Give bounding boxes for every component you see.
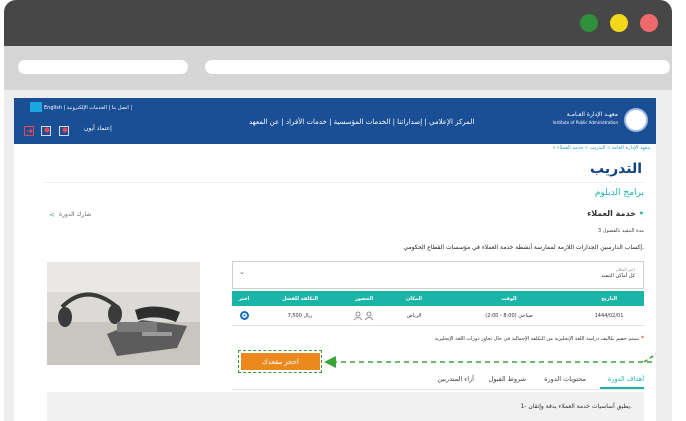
people-icon — [353, 311, 374, 320]
tab-reviews[interactable]: آراء المتدربين — [437, 375, 474, 383]
table-row[interactable]: 1444/02/01 صباحي (8:00 - 2:00) الرياض 7,… — [232, 306, 644, 326]
col-time: الوقت — [501, 295, 517, 302]
course-tabs: أهداف الدورة محتويات الدورة شروط القبول … — [384, 375, 644, 389]
course-name: خدمة العملاء • — [587, 209, 644, 218]
tabs-divider — [232, 389, 644, 390]
site-header: English | اتصل بنا | الخدمات الإلكترونية… — [14, 98, 656, 144]
nav-item-individuals[interactable]: خدمات الأفراد — [286, 118, 327, 126]
window-yellow-dot[interactable] — [610, 14, 628, 32]
col-date: التاريخ — [601, 295, 617, 302]
notification-icon[interactable] — [41, 126, 51, 136]
nav-item-publications[interactable]: إصداراتنا — [397, 118, 422, 126]
window-red-dot[interactable] — [640, 14, 658, 32]
logo-arabic: معهـد الإدارة العـامـة — [566, 111, 618, 118]
nav-item-about[interactable]: عن المعهد — [249, 118, 279, 126]
tab-goals[interactable]: أهداف الدورة — [608, 375, 644, 383]
logout-icon[interactable] — [24, 126, 34, 136]
tab-contents[interactable]: محتويات الدورة — [544, 375, 586, 383]
price-note: سيتم خصم تكاليف دراسة اللغة الإنجليزية م… — [435, 335, 644, 342]
share-course[interactable]: شارك الدورة — [50, 211, 91, 218]
row-select[interactable] — [232, 306, 256, 325]
message-icon[interactable] — [59, 126, 69, 136]
top-links[interactable]: English | اتصل بنا | الخدمات الإلكترونية… — [44, 105, 132, 111]
col-place: المكان — [406, 295, 422, 302]
book-seat-button[interactable]: احجز مقعدك — [241, 353, 320, 370]
course-name-text: خدمة العملاء — [587, 209, 636, 218]
address-bar[interactable] — [205, 60, 670, 74]
course-photo — [47, 262, 200, 365]
window-titlebar — [4, 0, 672, 46]
web-page: English | اتصل بنا | الخدمات الإلكترونية… — [14, 98, 656, 421]
divider — [44, 182, 644, 183]
chevron-down-icon: ⌄ — [239, 268, 245, 276]
headset-phone-image — [47, 262, 200, 365]
pointer-arrow-icon — [324, 353, 656, 368]
list-item: 1- يطبق أساسيات خدمة العملاء بدقة وإتقان… — [520, 403, 632, 410]
tab-admission[interactable]: شروط القبول — [489, 375, 526, 383]
col-cost: التكلفة للفصل — [282, 295, 318, 302]
course-description: إكساب الدارسين الجدارات اللازمة لممارسة … — [403, 244, 644, 251]
share-icon[interactable]: < — [49, 211, 55, 219]
window-green-dot[interactable] — [580, 14, 598, 32]
select-radio[interactable] — [239, 311, 249, 320]
schedule-table-header: التاريخ الوقت المكان الحضور التكلفة للفص… — [232, 291, 644, 306]
browser-tab-pill[interactable] — [18, 60, 188, 74]
row-time: صباحي (8:00 - 2:00) — [485, 312, 533, 319]
location-select-label: اختر المكان — [615, 267, 635, 272]
course-duration: مدة التنفيذ بالفصول 3 — [598, 228, 644, 234]
browser-window: English | اتصل بنا | الخدمات الإلكترونية… — [0, 0, 686, 421]
location-select-value: كل أماكن التنفيذ — [601, 273, 635, 279]
site-logo-emblem[interactable] — [624, 108, 648, 132]
breadcrumb[interactable]: « معهد الإدارة العامة » التدريب » خدمة ا… — [553, 145, 650, 151]
row-date: 1444/02/01 — [594, 312, 624, 319]
row-place: الرياض — [406, 312, 422, 319]
price-note-text: سيتم خصم تكاليف دراسة اللغة الإنجليزية م… — [434, 336, 639, 342]
account-link[interactable]: إعتماد أيون — [84, 125, 112, 132]
nav-menu: المركز الإعلامي | إصداراتنا | الخدمات ال… — [249, 118, 475, 126]
col-attendance: الحضور — [354, 295, 374, 302]
row-cost: 7,500 ريال — [287, 312, 313, 319]
nav-item-media[interactable]: المركز الإعلامي — [429, 118, 474, 126]
program-type: برامج الدبلوم — [594, 188, 644, 198]
share-label: شارك الدورة — [59, 211, 92, 218]
accessibility-icon[interactable] — [30, 102, 42, 112]
attendance-icons — [344, 306, 384, 325]
nav-item-corporate[interactable]: الخدمات المؤسسية — [334, 118, 391, 126]
page-title: التدريب — [590, 161, 642, 177]
bullet-icon: • — [638, 209, 644, 218]
required-star-icon: * — [641, 335, 644, 342]
logo-english: Institute of Public Administration — [552, 120, 618, 125]
col-select: اختر — [238, 295, 250, 302]
location-select[interactable]: اختر المكان كل أماكن التنفيذ ⌄ — [232, 261, 644, 289]
site-logo-text[interactable]: معهـد الإدارة العـامـة Institute of Publ… — [553, 111, 618, 127]
goals-panel: 1- يطبق أساسيات خدمة العملاء بدقة وإتقان… — [47, 392, 644, 421]
